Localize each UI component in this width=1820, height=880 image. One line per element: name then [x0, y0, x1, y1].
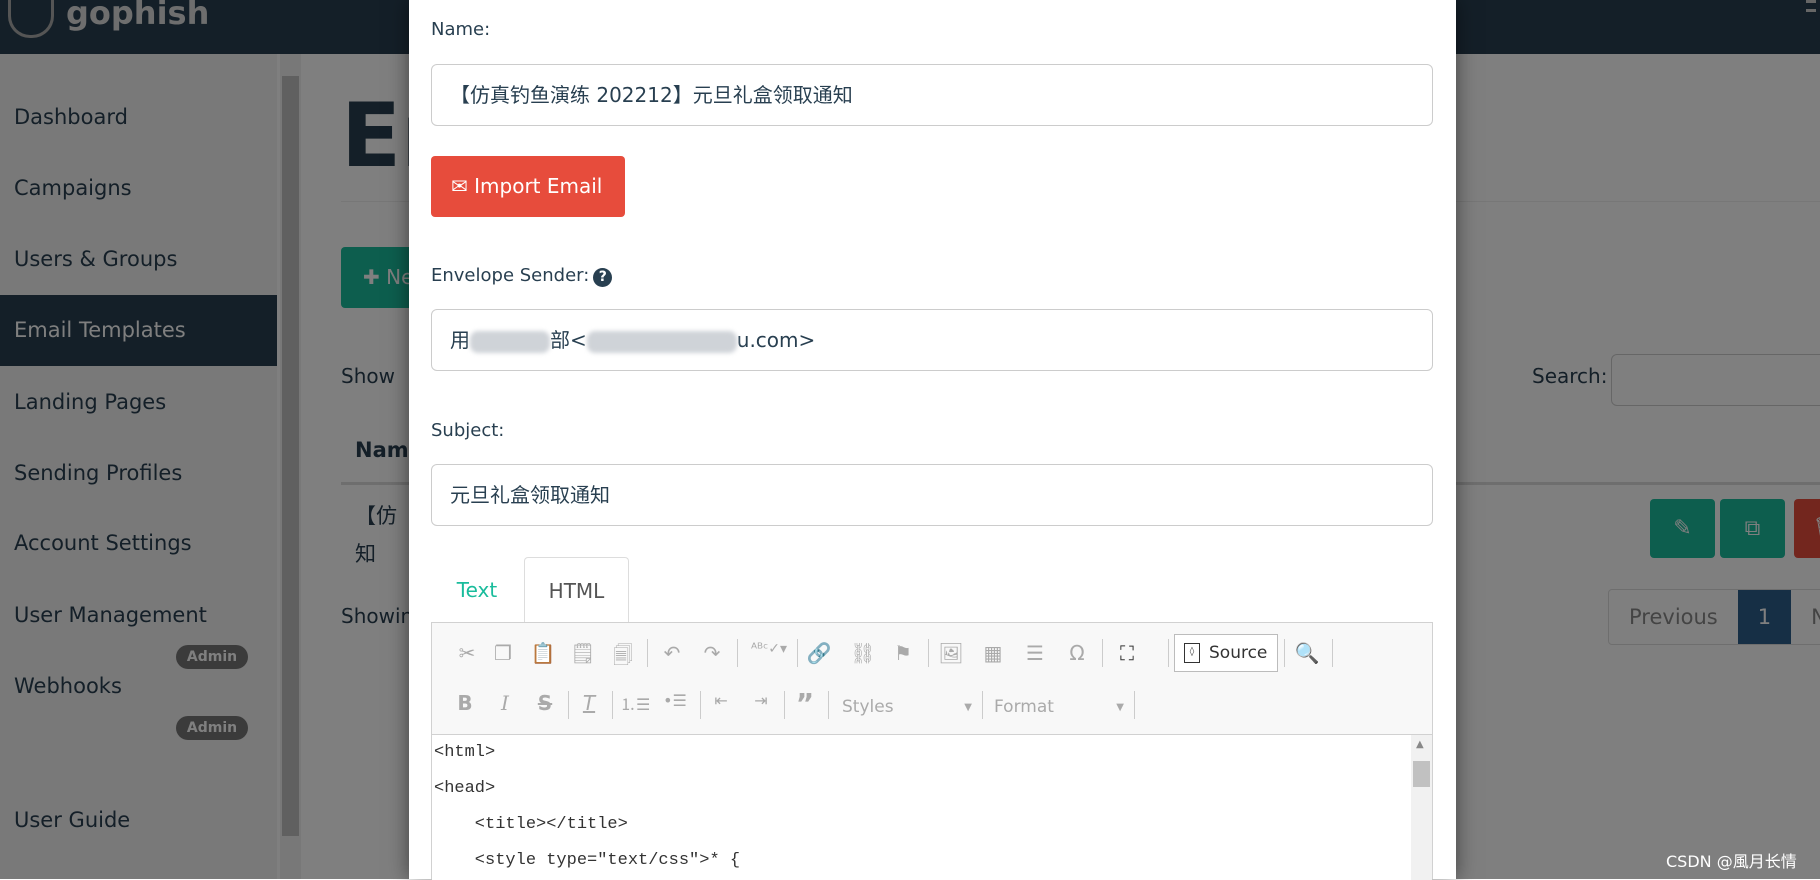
paste-word-icon[interactable]: 🗐	[608, 641, 638, 675]
decrease-indent-icon[interactable]: ⇤	[706, 691, 736, 710]
source-code-area[interactable]: <html> <head> <title></title> <style typ…	[432, 735, 1412, 880]
toolbar-separator	[1332, 639, 1333, 667]
toolbar-separator	[647, 639, 648, 667]
increase-indent-icon[interactable]: ⇥	[746, 691, 776, 710]
edit-template-modal: Name: 【仿真钓鱼演练 202212】元旦礼盒领取通知 ✉ Import E…	[409, 0, 1456, 880]
source-button[interactable]: ◊ Source	[1174, 634, 1278, 672]
italic-icon[interactable]: I	[490, 691, 520, 715]
styles-dropdown[interactable]: Styles ▼	[842, 697, 972, 717]
tab-html[interactable]: HTML	[524, 557, 629, 623]
special-character-icon[interactable]: Ω	[1062, 641, 1092, 665]
strikethrough-icon[interactable]: S	[530, 691, 560, 715]
paste-icon[interactable]: 📋	[528, 641, 558, 665]
code-line: <title></title>	[434, 815, 628, 834]
toolbar-separator	[1168, 639, 1169, 667]
toolbar-separator	[568, 691, 569, 719]
spellcheck-icon[interactable]: ᴬᴮᶜ✓▾	[747, 641, 791, 657]
toolbar-separator	[737, 639, 738, 667]
redacted-area	[470, 330, 550, 353]
import-email-label: Import Email	[474, 174, 603, 198]
toolbar-separator	[700, 691, 701, 719]
redacted-area	[586, 330, 737, 353]
source-label: Source	[1209, 643, 1268, 663]
subject-label: Subject:	[431, 420, 505, 441]
envelope-icon: ✉	[451, 174, 475, 198]
code-line: <html>	[434, 743, 496, 762]
blockquote-icon[interactable]: ”	[790, 687, 820, 720]
html-editor: ✂ ❐ 📋 🗒 🗐 ↶ ↷ ᴬᴮᶜ✓▾ 🔗 ⛓ ⚑ 🖼 ▦ ☰ Ω ⛶ ◊ Sou…	[431, 622, 1433, 880]
caret-down-icon: ▼	[1116, 702, 1124, 713]
tab-text[interactable]: Text	[431, 557, 523, 623]
toolbar-separator	[982, 691, 983, 719]
copy-icon[interactable]: ❐	[488, 641, 518, 665]
toolbar-separator	[1284, 639, 1285, 667]
code-line: <head>	[434, 779, 496, 798]
caret-down-icon: ▼	[964, 702, 972, 713]
anchor-flag-icon[interactable]: ⚑	[888, 641, 918, 665]
name-label: Name:	[431, 19, 491, 40]
paste-text-icon[interactable]: 🗒	[568, 641, 598, 665]
toolbar-separator	[1134, 691, 1135, 719]
toolbar-separator	[828, 691, 829, 719]
redo-icon[interactable]: ↷	[697, 641, 727, 665]
question-circle-icon[interactable]: ?	[593, 268, 613, 287]
name-input[interactable]: 【仿真钓鱼演练 202212】元旦礼盒领取通知	[431, 64, 1433, 126]
sender-text-end: u.com>	[736, 328, 816, 352]
horizontal-line-icon[interactable]: ☰	[1020, 641, 1050, 665]
toolbar-separator	[928, 639, 929, 667]
source-icon: ◊	[1184, 643, 1200, 663]
image-icon[interactable]: 🖼	[936, 641, 966, 665]
envelope-sender-text: Envelope Sender:	[431, 265, 590, 286]
subject-input[interactable]: 元旦礼盒领取通知	[431, 464, 1433, 526]
maximize-icon[interactable]: ⛶	[1112, 641, 1142, 665]
link-icon[interactable]: 🔗	[804, 641, 834, 665]
preview-icon[interactable]: 🔍	[1292, 641, 1322, 665]
undo-icon[interactable]: ↶	[657, 641, 687, 665]
toolbar-separator	[1102, 639, 1103, 667]
styles-label: Styles	[842, 697, 894, 717]
table-icon[interactable]: ▦	[978, 641, 1008, 665]
envelope-sender-input[interactable]: 用 部< u.com>	[431, 309, 1433, 371]
scrollbar-thumb[interactable]	[1413, 761, 1430, 787]
code-scrollbar[interactable]: ▲	[1411, 735, 1432, 880]
watermark: CSDN @風月长情	[1666, 852, 1797, 871]
toolbar-separator	[797, 639, 798, 667]
toolbar-separator	[612, 691, 613, 719]
sender-text-start: 用	[450, 328, 470, 352]
format-dropdown[interactable]: Format ▼	[994, 697, 1124, 717]
cut-icon[interactable]: ✂	[452, 641, 482, 665]
format-label: Format	[994, 697, 1054, 717]
bulleted-list-icon[interactable]: •☰	[660, 691, 690, 710]
editor-toolbar: ✂ ❐ 📋 🗒 🗐 ↶ ↷ ᴬᴮᶜ✓▾ 🔗 ⛓ ⚑ 🖼 ▦ ☰ Ω ⛶ ◊ Sou…	[432, 623, 1432, 735]
bold-icon[interactable]: B	[450, 691, 480, 715]
numbered-list-icon[interactable]: ⒈☰	[620, 691, 650, 715]
sender-text-middle: 部<	[550, 328, 587, 352]
code-line: <style type="text/css">* {	[434, 851, 741, 870]
envelope-sender-label: Envelope Sender:?	[431, 265, 613, 287]
unlink-icon[interactable]: ⛓	[848, 641, 878, 665]
import-email-button[interactable]: ✉ Import Email	[431, 156, 625, 217]
toolbar-separator	[784, 691, 785, 719]
scroll-up-icon[interactable]: ▲	[1416, 739, 1424, 750]
remove-format-icon[interactable]: T	[574, 691, 604, 715]
